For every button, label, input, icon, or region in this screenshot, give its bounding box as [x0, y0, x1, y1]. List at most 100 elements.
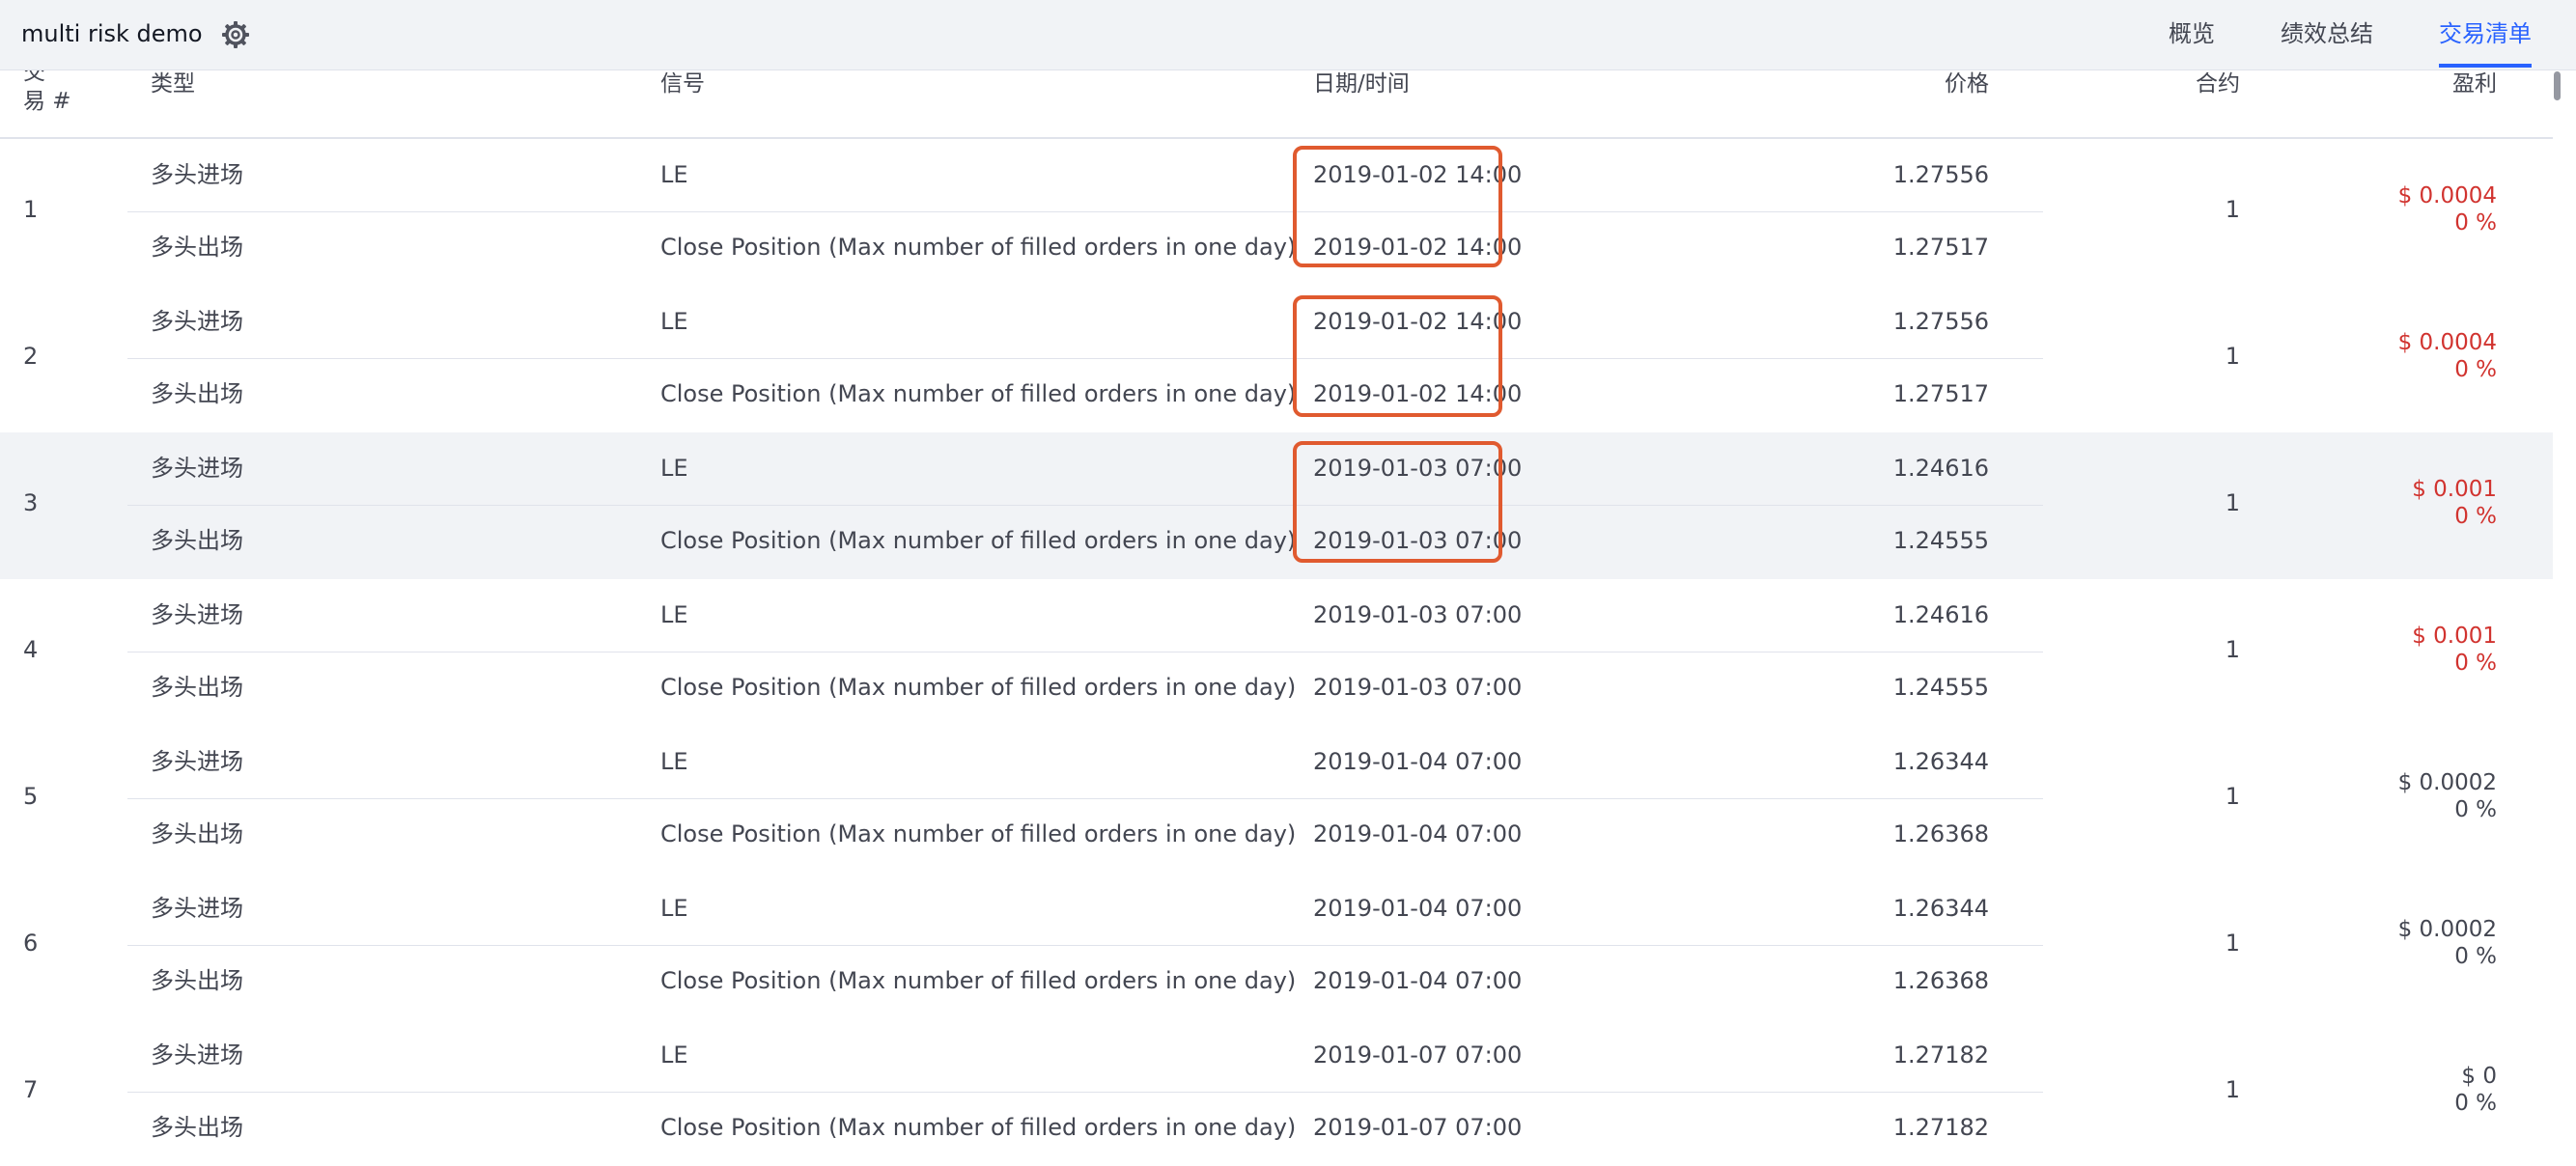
- highlight-box: [1293, 146, 1502, 267]
- profit-value: $ 0.0004: [2397, 330, 2497, 355]
- profit-value: $ 0.0004: [2397, 183, 2497, 208]
- profit-percent: 0 %: [2454, 1091, 2497, 1116]
- tab-performance-summary[interactable]: 绩效总结: [2281, 17, 2373, 50]
- profit-cell: $ 0.0002 0 %: [2246, 769, 2497, 823]
- entry-signal: LE: [660, 1041, 688, 1069]
- entry-signal: LE: [660, 455, 688, 482]
- row-divider: [127, 945, 2043, 946]
- entry-type: 多头进场: [151, 455, 243, 482]
- entry-price: 1.27556: [1892, 308, 1989, 335]
- profit-cell: $ 0.0004 0 %: [2246, 329, 2497, 383]
- entry-signal: LE: [660, 161, 688, 188]
- trade-number: 1: [23, 196, 39, 223]
- trade-row[interactable]: 1 多头进场 LE 2019-01-02 14:00 1.27556 多头出场 …: [0, 139, 2553, 287]
- entry-type: 多头进场: [151, 308, 243, 335]
- exit-signal: Close Position (Max number of filled ord…: [660, 527, 1297, 554]
- row-divider: [127, 1092, 2043, 1093]
- exit-signal: Close Position (Max number of filled ord…: [660, 820, 1297, 847]
- entry-datetime: 2019-01-07 07:00: [1313, 1041, 1523, 1069]
- entry-signal: LE: [660, 308, 688, 335]
- entry-type: 多头进场: [151, 748, 243, 775]
- entry-type: 多头进场: [151, 1041, 243, 1069]
- exit-type: 多头出场: [151, 674, 243, 701]
- contracts-value: 1: [2225, 783, 2240, 810]
- scrollbar-thumb[interactable]: [2554, 71, 2561, 100]
- trade-row[interactable]: 6 多头进场 LE 2019-01-04 07:00 1.26344 多头出场 …: [0, 873, 2553, 1020]
- exit-price: 1.26368: [1892, 820, 1989, 847]
- contracts-value: 1: [2225, 489, 2240, 516]
- active-tab-indicator: [2439, 64, 2532, 68]
- profit-percent: 0 %: [2454, 797, 2497, 822]
- profit-cell: $ 0 0 %: [2246, 1063, 2497, 1117]
- profit-value: $ 0.001: [2412, 477, 2497, 502]
- contracts-value: 1: [2225, 930, 2240, 957]
- trade-row[interactable]: 7 多头进场 LE 2019-01-07 07:00 1.27182 多头出场 …: [0, 1019, 2553, 1166]
- header-type[interactable]: 类型: [151, 69, 195, 98]
- row-divider: [127, 505, 2043, 506]
- exit-price: 1.27517: [1892, 380, 1989, 407]
- entry-price: 1.26344: [1892, 748, 1989, 775]
- tab-trade-list[interactable]: 交易清单: [2439, 17, 2532, 50]
- exit-price: 1.24555: [1892, 674, 1989, 701]
- trade-number: 2: [23, 343, 39, 370]
- profit-cell: $ 0.0004 0 %: [2246, 182, 2497, 236]
- trade-number: 5: [23, 783, 39, 810]
- contracts-value: 1: [2225, 636, 2240, 663]
- exit-type: 多头出场: [151, 527, 243, 554]
- entry-datetime: 2019-01-03 07:00: [1313, 601, 1523, 628]
- header-trade-no-line2: 易 #: [23, 89, 71, 114]
- app-title: multi risk demo: [21, 20, 203, 47]
- entry-price: 1.24616: [1892, 601, 1989, 628]
- exit-signal: Close Position (Max number of filled ord…: [660, 234, 1297, 261]
- header-profit[interactable]: 盈利: [2304, 69, 2497, 98]
- highlight-box: [1293, 441, 1502, 563]
- tab-overview[interactable]: 概览: [2169, 17, 2215, 50]
- trade-row[interactable]: 4 多头进场 LE 2019-01-03 07:00 1.24616 多头出场 …: [0, 579, 2553, 727]
- exit-type: 多头出场: [151, 967, 243, 994]
- exit-signal: Close Position (Max number of filled ord…: [660, 967, 1297, 994]
- entry-price: 1.27182: [1892, 1041, 1989, 1069]
- profit-cell: $ 0.0002 0 %: [2246, 916, 2497, 970]
- contracts-value: 1: [2225, 343, 2240, 370]
- contracts-value: 1: [2225, 1076, 2240, 1103]
- header-datetime[interactable]: 日期/时间: [1313, 69, 1410, 98]
- trade-row[interactable]: 2 多头进场 LE 2019-01-02 14:00 1.27556 多头出场 …: [0, 286, 2553, 433]
- exit-datetime: 2019-01-07 07:00: [1313, 1114, 1523, 1141]
- header-contracts[interactable]: 合约: [2047, 69, 2240, 98]
- trade-number: 4: [23, 636, 39, 663]
- profit-percent: 0 %: [2454, 210, 2497, 236]
- header-price[interactable]: 价格: [1796, 69, 1989, 98]
- header-signal[interactable]: 信号: [660, 69, 705, 98]
- entry-datetime: 2019-01-04 07:00: [1313, 895, 1523, 922]
- trade-row[interactable]: 3 多头进场 LE 2019-01-03 07:00 1.24616 多头出场 …: [0, 432, 2553, 580]
- entry-price: 1.27556: [1892, 161, 1989, 188]
- row-divider: [127, 211, 2043, 212]
- highlight-box: [1293, 295, 1502, 417]
- entry-type: 多头进场: [151, 601, 243, 628]
- profit-value: $ 0.001: [2412, 624, 2497, 649]
- row-divider: [127, 358, 2043, 359]
- exit-signal: Close Position (Max number of filled ord…: [660, 380, 1297, 407]
- exit-signal: Close Position (Max number of filled ord…: [660, 1114, 1297, 1141]
- exit-type: 多头出场: [151, 380, 243, 407]
- contracts-value: 1: [2225, 196, 2240, 223]
- entry-signal: LE: [660, 748, 688, 775]
- exit-price: 1.27517: [1892, 234, 1989, 261]
- exit-datetime: 2019-01-03 07:00: [1313, 674, 1523, 701]
- entry-type: 多头进场: [151, 895, 243, 922]
- profit-value: $ 0.0002: [2397, 917, 2497, 942]
- gear-icon[interactable]: [220, 19, 251, 50]
- trade-row[interactable]: 5 多头进场 LE 2019-01-04 07:00 1.26344 多头出场 …: [0, 726, 2553, 874]
- exit-price: 1.27182: [1892, 1114, 1989, 1141]
- trade-number: 3: [23, 489, 39, 516]
- profit-value: $ 0.0002: [2397, 770, 2497, 795]
- entry-signal: LE: [660, 601, 688, 628]
- exit-type: 多头出场: [151, 234, 243, 261]
- profit-percent: 0 %: [2454, 651, 2497, 676]
- exit-datetime: 2019-01-04 07:00: [1313, 820, 1523, 847]
- profit-value: $ 0: [2461, 1064, 2497, 1089]
- entry-signal: LE: [660, 895, 688, 922]
- exit-price: 1.26368: [1892, 967, 1989, 994]
- top-bar: multi risk demo 概览 绩效总结 交易清单: [0, 0, 2576, 70]
- profit-percent: 0 %: [2454, 504, 2497, 529]
